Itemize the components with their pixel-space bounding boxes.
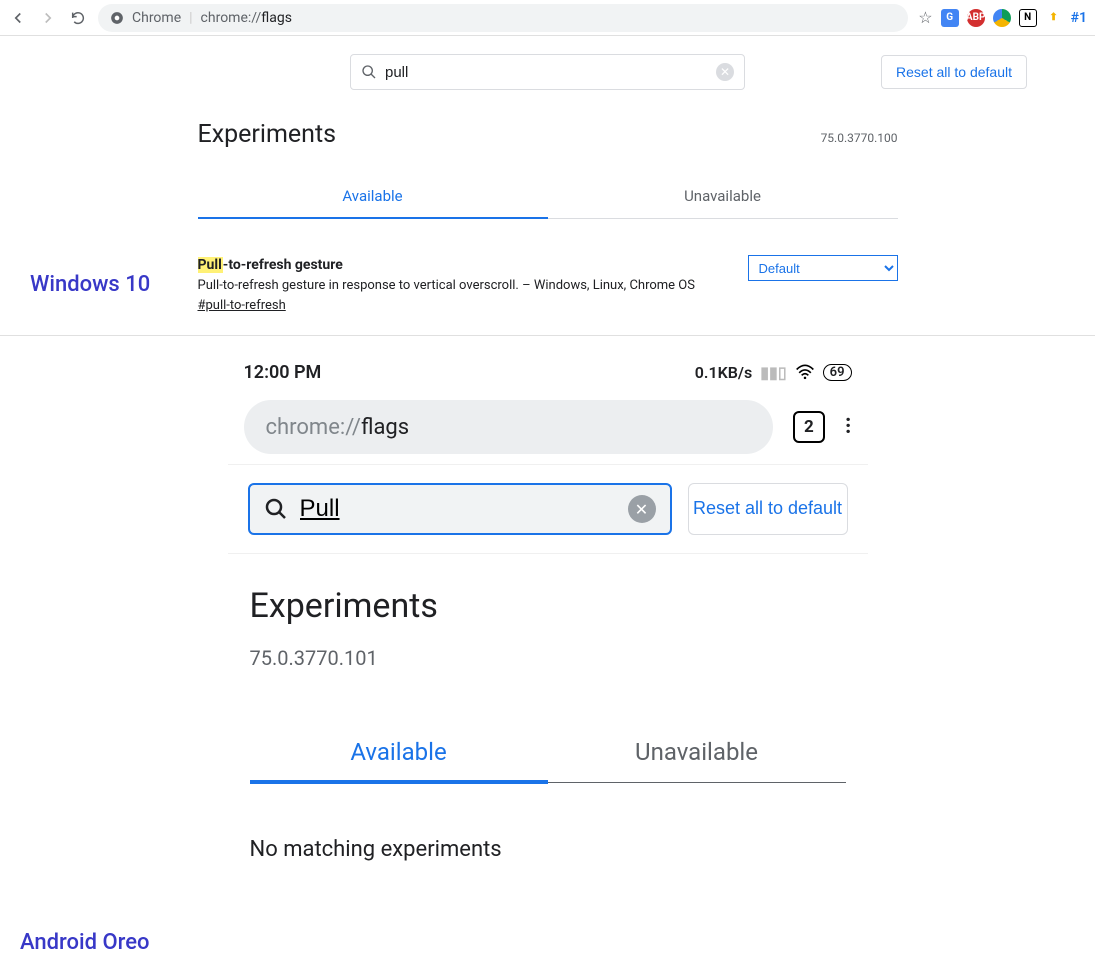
tab-count-button[interactable]: 2 <box>793 411 825 443</box>
site-icon <box>110 11 124 25</box>
tab-unavailable[interactable]: Unavailable <box>548 724 846 782</box>
flag-anchor-link[interactable]: #pull-to-refresh <box>198 298 286 313</box>
mobile-omnibox-row: chrome://flags 2 ··· <box>228 390 868 464</box>
flags-search-input[interactable] <box>385 64 708 81</box>
forward-icon[interactable] <box>38 8 58 28</box>
address-bar[interactable]: Chrome | chrome://flags <box>98 4 908 32</box>
os-label-windows: Windows 10 <box>30 272 150 297</box>
version-label: 75.0.3770.101 <box>250 646 846 670</box>
page-title: Experiments <box>198 120 337 149</box>
ext-translate-icon[interactable]: G <box>941 9 959 27</box>
wifi-icon <box>795 364 815 380</box>
status-time: 12:00 PM <box>244 362 322 383</box>
mobile-search-input[interactable] <box>300 495 616 523</box>
flag-description: Pull-to-refresh gesture in response to v… <box>198 276 708 296</box>
mobile-address-bar[interactable]: chrome://flags <box>244 400 773 454</box>
clear-search-icon[interactable]: ✕ <box>716 63 734 81</box>
star-icon[interactable]: ☆ <box>918 8 932 27</box>
page-title: Experiments <box>250 586 846 626</box>
mobile-status-bar: 12:00 PM 0.1KB/s ▮▮▯ 69 <box>228 354 868 390</box>
tab-unavailable[interactable]: Unavailable <box>548 175 898 218</box>
signal-icon: ▮▮▯ <box>760 363 786 382</box>
flags-page-mobile: 12:00 PM 0.1KB/s ▮▮▯ 69 chrome://flags 2… <box>228 354 868 872</box>
back-icon[interactable] <box>8 8 28 28</box>
ext-notion-icon[interactable]: N <box>1019 9 1037 27</box>
flag-title: Pull-to-refresh gesture <box>198 255 708 276</box>
search-icon <box>361 64 377 80</box>
addr-origin: Chrome <box>132 10 181 26</box>
browser-toolbar: Chrome | chrome://flags ☆ G ABP N ⬆ #1 <box>0 0 1095 36</box>
ext-drive-icon[interactable] <box>993 9 1011 27</box>
flag-item: Pull-to-refresh gesture Pull-to-refresh … <box>198 255 898 315</box>
tab-available[interactable]: Available <box>250 724 548 784</box>
reset-button[interactable]: Reset all to default <box>688 483 848 535</box>
addr-path: flags <box>261 10 292 26</box>
reload-icon[interactable] <box>68 8 88 28</box>
tab-available[interactable]: Available <box>198 175 548 219</box>
os-label-android: Android Oreo <box>20 930 150 955</box>
tabs: Available Unavailable <box>198 175 898 219</box>
flags-search[interactable]: ✕ <box>350 54 745 90</box>
menu-icon[interactable]: ··· <box>845 418 852 436</box>
mobile-flags-search[interactable]: ✕ <box>248 483 672 535</box>
clear-search-icon[interactable]: ✕ <box>628 495 656 523</box>
addr-scheme: chrome:// <box>201 10 262 26</box>
window-badge[interactable]: #1 <box>1071 10 1087 26</box>
status-net: 0.1KB/s <box>695 363 752 382</box>
tabs: Available Unavailable <box>250 724 846 783</box>
version-label: 75.0.3770.100 <box>821 131 898 145</box>
reset-button[interactable]: Reset all to default <box>881 55 1027 89</box>
search-icon <box>264 497 288 521</box>
battery-icon: 69 <box>823 364 852 381</box>
flags-page-desktop: ✕ Reset all to default Experiments 75.0.… <box>0 36 1095 336</box>
no-results-text: No matching experiments <box>250 837 846 862</box>
ext-adblock-icon[interactable]: ABP <box>967 9 985 27</box>
ext-misc-icon[interactable]: ⬆ <box>1045 9 1063 27</box>
flag-dropdown[interactable]: Default <box>748 255 898 281</box>
extensions-area: ☆ G ABP N ⬆ #1 <box>918 8 1087 27</box>
